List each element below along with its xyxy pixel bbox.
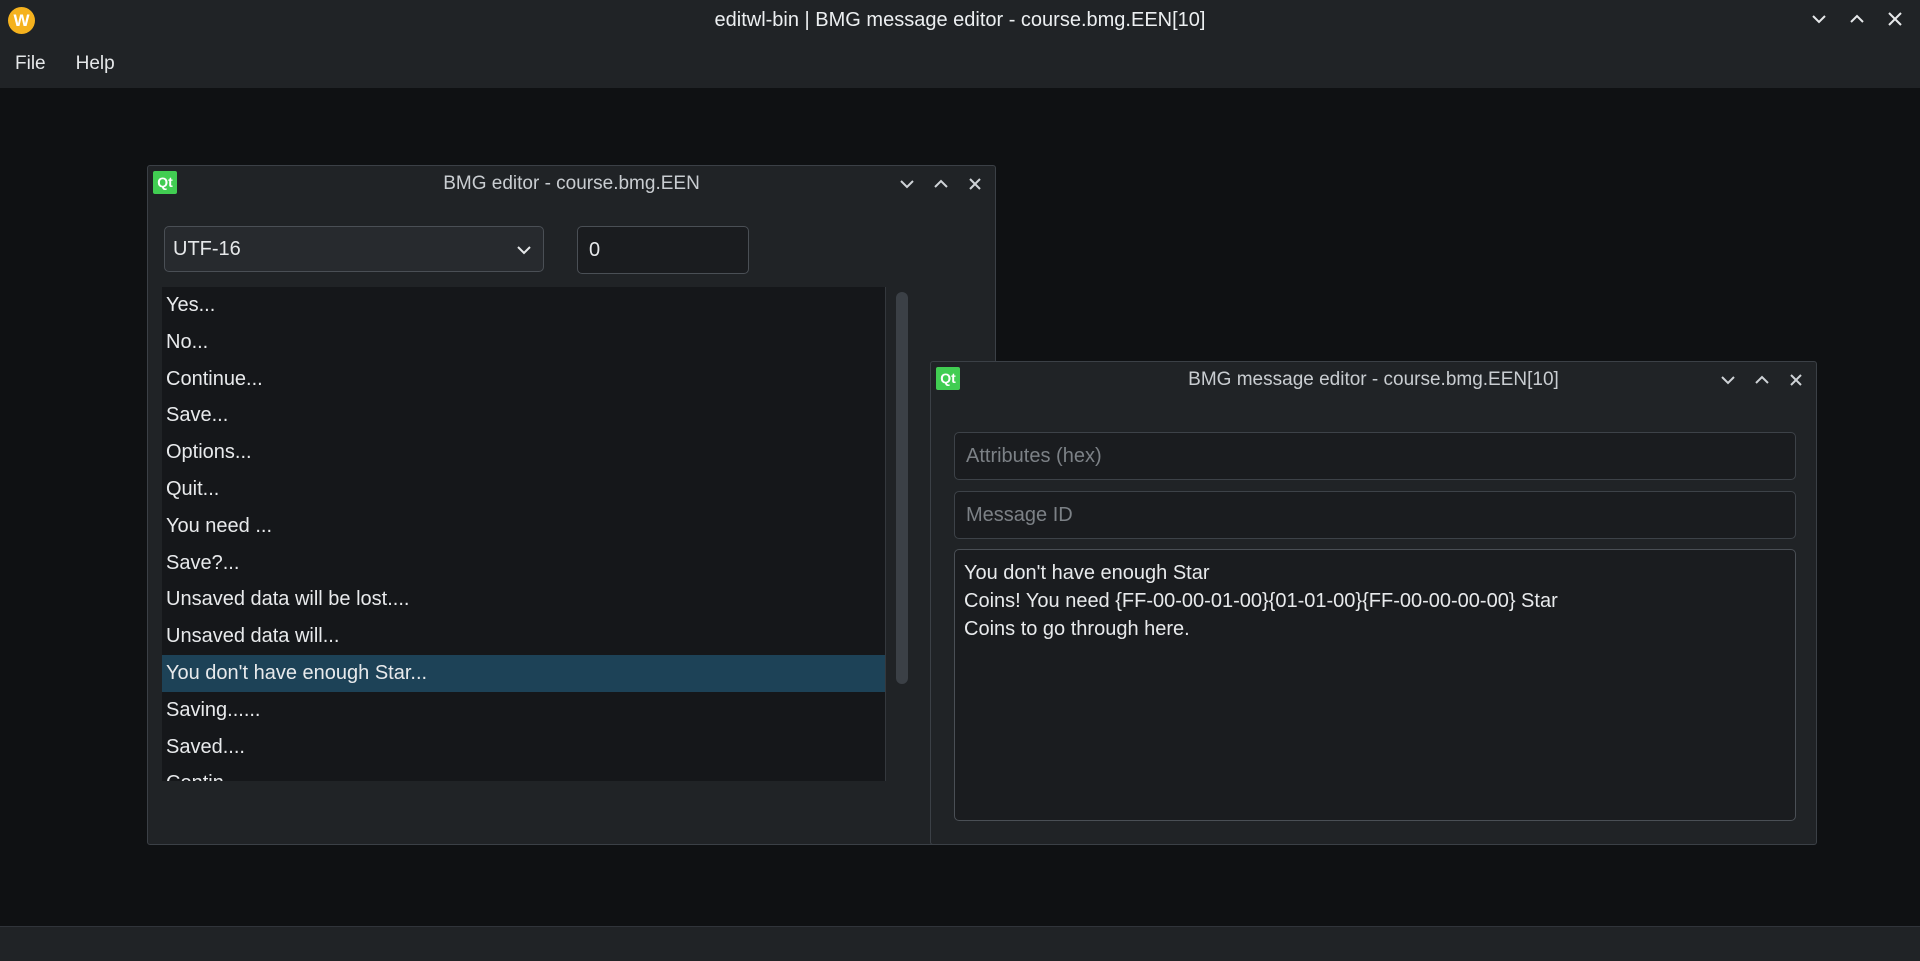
menu-bar: File Help: [0, 40, 1920, 88]
bmg-editor-window: Qt BMG editor - course.bmg.EEN UTF-16 0 …: [147, 165, 996, 845]
message-editor-title-bar[interactable]: Qt BMG message editor - course.bmg.EEN[1…: [931, 362, 1816, 396]
status-bar: [0, 926, 1920, 961]
message-list: Yes... No... Continue... Save... Options... Q…: [162, 287, 932, 781]
bmg-editor-minimize-button[interactable]: [895, 173, 919, 195]
bmg-editor-close-button[interactable]: [963, 173, 987, 195]
bmg-editor-maximize-button[interactable]: [929, 173, 953, 195]
bmg-editor-controls: [895, 173, 987, 195]
list-item[interactable]: Unsaved data will...: [162, 618, 885, 655]
list-item[interactable]: Save?...: [162, 545, 885, 582]
chevron-down-icon: [517, 246, 531, 255]
bmg-editor-title-bar[interactable]: Qt BMG editor - course.bmg.EEN: [148, 166, 995, 200]
attributes-field[interactable]: Attributes (hex): [954, 432, 1796, 480]
list-item[interactable]: Options...: [162, 434, 885, 471]
list-item[interactable]: Yes...: [162, 287, 885, 324]
list-item[interactable]: Unsaved data will be lost....: [162, 581, 885, 618]
encoding-value: UTF-16: [173, 238, 241, 260]
list-item[interactable]: Saving......: [162, 692, 885, 729]
close-icon: [1790, 374, 1802, 386]
message-id-field[interactable]: Message ID: [954, 491, 1796, 539]
list-item[interactable]: You don't have enough Star...: [162, 654, 885, 692]
menu-help[interactable]: Help: [61, 53, 130, 75]
close-icon: [969, 178, 981, 190]
list-item[interactable]: Saved....: [162, 729, 885, 766]
message-text-area[interactable]: You don't have enough Star Coins! You ne…: [954, 549, 1796, 821]
message-editor-window: Qt BMG message editor - course.bmg.EEN[1…: [930, 361, 1817, 845]
chevron-up-icon: [1850, 14, 1864, 23]
chevron-down-icon: [900, 180, 914, 189]
encoding-select[interactable]: UTF-16: [164, 226, 544, 272]
list-item[interactable]: Save...: [162, 397, 885, 434]
list-item[interactable]: Quit...: [162, 471, 885, 508]
message-id-placeholder: Message ID: [966, 504, 1073, 526]
chevron-down-icon: [1812, 15, 1826, 24]
scrollbar-thumb[interactable]: [896, 292, 908, 684]
attributes-placeholder: Attributes (hex): [966, 445, 1102, 467]
message-editor-controls: [1716, 369, 1808, 391]
maximize-button[interactable]: [1844, 6, 1870, 32]
message-editor-minimize-button[interactable]: [1716, 369, 1740, 391]
minimize-button[interactable]: [1806, 6, 1832, 32]
chevron-up-icon: [934, 179, 948, 188]
index-spinbox[interactable]: 0: [577, 226, 749, 274]
message-list-scrollbar[interactable]: [885, 287, 932, 781]
close-button[interactable]: [1882, 6, 1908, 32]
index-value: 0: [589, 239, 601, 261]
list-item[interactable]: You need ...: [162, 508, 885, 545]
close-icon: [1888, 12, 1902, 26]
bmg-editor-title: BMG editor - course.bmg.EEN: [443, 173, 700, 194]
window-title: editwl-bin | BMG message editor - course…: [714, 9, 1206, 31]
list-item[interactable]: Continue...: [162, 361, 885, 398]
title-bar: W editwl-bin | BMG message editor - cour…: [0, 0, 1920, 40]
window-controls: [1806, 6, 1908, 32]
chevron-down-icon: [1721, 376, 1735, 385]
message-editor-maximize-button[interactable]: [1750, 369, 1774, 391]
chevron-up-icon: [1755, 375, 1769, 384]
list-item[interactable]: No...: [162, 324, 885, 361]
message-editor-title: BMG message editor - course.bmg.EEN[10]: [1188, 369, 1559, 390]
menu-file[interactable]: File: [0, 53, 61, 75]
list-item[interactable]: Contin...: [162, 765, 885, 781]
message-editor-close-button[interactable]: [1784, 369, 1808, 391]
